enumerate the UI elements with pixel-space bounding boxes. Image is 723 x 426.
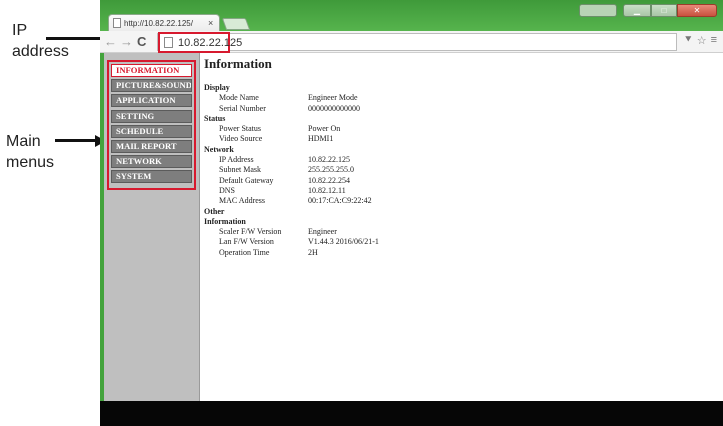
page-icon [164, 37, 173, 48]
info-label: Default Gateway [219, 175, 274, 185]
info-label: Scaler F/W Version [219, 227, 282, 237]
sidebar: INFORMATION PICTURE&SOUND APPLICATION SE… [104, 53, 200, 401]
info-value: 2H [308, 247, 318, 257]
sidebar-item-information[interactable]: INFORMATION [111, 64, 192, 77]
info-value: Power On [308, 124, 341, 134]
browser-title-bar: http://10.82.22.125/ × ▁ □ ✕ [100, 0, 723, 31]
info-value: 10.82.22.254 [308, 175, 350, 185]
back-arrow-icon[interactable]: ← [104, 34, 117, 50]
url-highlight-box: 10.82.22.125 [158, 32, 242, 53]
info-value: Engineer Mode [308, 93, 358, 103]
callout-line: Main [6, 133, 41, 150]
browser-toolbar: ← → C 10.82.22.125 ⯆ ☆ ≡ [100, 31, 723, 53]
info-value: 255.255.255.0 [308, 165, 354, 175]
info-label: Video Source [219, 134, 263, 144]
sidebar-item-schedule[interactable]: SCHEDULE [111, 124, 192, 138]
info-value: V1.44.3 2016/06/21-1 [308, 237, 379, 247]
info-row: MAC Address 00:17:CA:C9:22:42 [204, 196, 604, 206]
info-label: Lan F/W Version [219, 237, 274, 247]
menu-icon[interactable]: ≡ [711, 34, 717, 47]
info-label: Subnet Mask [219, 165, 261, 175]
minimize-button[interactable]: ▁ [623, 4, 651, 17]
info-row: Lan F/W Version V1.44.3 2016/06/21-1 [204, 237, 604, 247]
info-row: Video Source HDMI1 [204, 134, 604, 144]
section-heading: Information [204, 216, 246, 226]
section-heading: Display [204, 83, 230, 92]
info-value: 0000000000000 [308, 103, 360, 113]
info-label: Power Status [219, 124, 261, 134]
callout-line: address [12, 43, 69, 60]
info-row: Power Status Power On [204, 124, 604, 134]
tab-title: http://10.82.22.125/ [124, 18, 193, 28]
section-heading: Status [204, 113, 226, 123]
main-content: Information Display Mode Name Engineer Mod… [201, 53, 723, 401]
address-bar[interactable]: 10.82.22.125 [157, 32, 677, 53]
info-label: Serial Number [219, 103, 266, 113]
info-row: Default Gateway 10.82.22.254 [204, 176, 604, 186]
maximize-button[interactable]: □ [651, 4, 677, 17]
section-heading: Network [204, 144, 234, 154]
info-label: MAC Address [219, 196, 266, 206]
toolbar-icons: ⯆ ☆ ≡ [680, 34, 717, 47]
section-heading: Other [204, 206, 225, 216]
info-row: IP Address 10.82.22.125 [204, 155, 604, 165]
info-value: HDMI1 [308, 134, 334, 144]
info-value: 10.82.12.11 [308, 185, 346, 195]
info-row: Scaler F/W Version Engineer [204, 227, 604, 237]
sidebar-item-setting[interactable]: SETTING [111, 109, 192, 123]
info-row: Subnet Mask 255.255.255.0 [204, 165, 604, 175]
callout-line: menus [6, 154, 55, 171]
menus-callout-arrow-line [55, 139, 99, 142]
info-value: 00:17:CA:C9:22:42 [308, 196, 372, 206]
sidebar-item-network[interactable]: NETWORK [111, 155, 192, 169]
main-menus-callout: Main menus [6, 131, 54, 173]
sidebar-item-picture-sound[interactable]: PICTURE&SOUND [111, 79, 192, 93]
browser-window: http://10.82.22.125/ × ▁ □ ✕ ← → C 10.82… [100, 0, 723, 426]
forward-arrow-icon[interactable]: → [120, 34, 133, 50]
tab-close-icon[interactable]: × [208, 18, 213, 28]
info-value: 10.82.22.125 [308, 155, 350, 165]
filter-icon[interactable]: ⯆ [684, 34, 693, 47]
sidebar-item-mail-report[interactable]: MAIL REPORT [111, 139, 192, 153]
close-window-button[interactable]: ✕ [677, 4, 717, 17]
star-icon[interactable]: ☆ [697, 34, 707, 47]
url-text[interactable]: 10.82.22.125 [178, 37, 242, 49]
page-icon [113, 18, 121, 28]
info-row: Serial Number 0000000000000 [204, 104, 604, 114]
page-title: Information [204, 56, 272, 71]
sidebar-item-application[interactable]: APPLICATION [111, 94, 192, 108]
info-value: Engineer [308, 227, 337, 237]
info-row: Mode Name Engineer Mode [204, 93, 604, 103]
reload-icon[interactable]: C [137, 34, 146, 50]
browser-tab[interactable]: http://10.82.22.125/ × [108, 14, 220, 31]
window-controls: ▁ □ ✕ [579, 4, 717, 17]
info-label: IP Address [219, 155, 254, 165]
sidebar-item-system[interactable]: SYSTEM [111, 170, 192, 184]
info-list: Display Mode Name Engineer Mode Serial Numb… [204, 83, 604, 258]
ip-address-callout: IP address [12, 20, 69, 62]
main-menu-highlight-box: INFORMATION PICTURE&SOUND APPLICATION SE… [107, 60, 196, 190]
taskbar [100, 401, 723, 426]
info-label: DNS [219, 185, 236, 195]
info-label: Operation Time [219, 247, 270, 257]
info-label: Mode Name [219, 93, 259, 103]
user-profile-button[interactable] [579, 4, 617, 17]
new-tab-button[interactable] [221, 18, 251, 30]
info-row: DNS 10.82.12.11 [204, 186, 604, 196]
info-row: Operation Time 2H [204, 248, 604, 258]
